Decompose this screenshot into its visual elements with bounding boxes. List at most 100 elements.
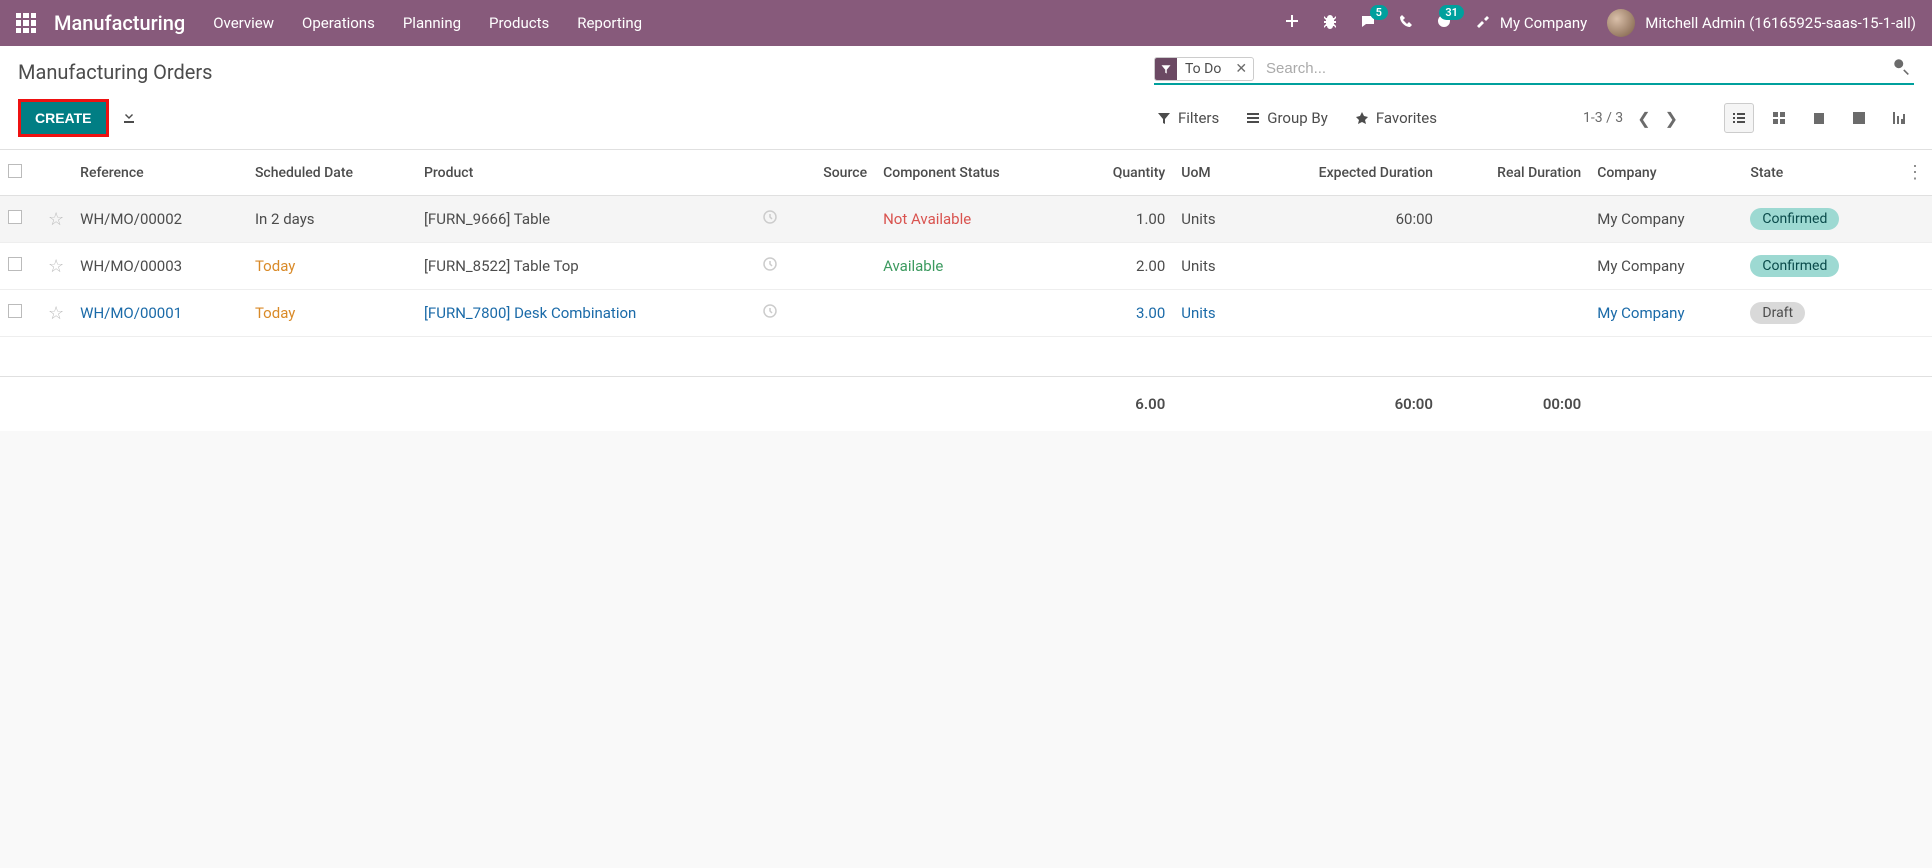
breadcrumb: Manufacturing Orders xyxy=(18,56,213,84)
component-status-cell: Not Available xyxy=(883,210,971,228)
star-icon[interactable]: ☆ xyxy=(48,303,64,324)
company-selector[interactable]: My Company xyxy=(1500,14,1587,32)
activities-badge: 31 xyxy=(1439,5,1464,20)
scheduled-cell: Today xyxy=(255,257,295,275)
view-list-icon[interactable] xyxy=(1724,103,1754,133)
activities-icon[interactable]: 31 xyxy=(1436,13,1452,33)
uom-cell: Units xyxy=(1181,210,1215,228)
nav-operations[interactable]: Operations xyxy=(302,14,375,32)
state-badge: Draft xyxy=(1750,302,1805,324)
scheduled-cell: Today xyxy=(255,304,295,322)
row-checkbox[interactable] xyxy=(8,210,22,224)
filter-chip-label: To Do xyxy=(1177,59,1229,79)
funnel-icon xyxy=(1155,58,1177,80)
remove-filter-icon[interactable]: ✕ xyxy=(1229,61,1253,77)
reference-cell: WH/MO/00003 xyxy=(80,257,182,275)
row-checkbox[interactable] xyxy=(8,257,22,271)
company-cell: My Company xyxy=(1597,257,1684,275)
col-state[interactable]: State xyxy=(1742,150,1898,196)
user-menu[interactable]: Mitchell Admin (16165925-saas-15-1-all) xyxy=(1607,9,1916,37)
pager-next-icon[interactable]: ❯ xyxy=(1665,109,1678,128)
row-checkbox[interactable] xyxy=(8,304,22,318)
user-name: Mitchell Admin (16165925-saas-15-1-all) xyxy=(1645,14,1916,32)
bug-icon[interactable] xyxy=(1322,13,1338,33)
quantity-cell: 1.00 xyxy=(1136,210,1165,228)
source-cell xyxy=(786,290,875,337)
col-uom[interactable]: UoM xyxy=(1173,150,1248,196)
view-calendar-icon[interactable] xyxy=(1804,103,1834,133)
control-panel: Manufacturing Orders To Do ✕ CREATE xyxy=(0,46,1932,150)
view-kanban-icon[interactable] xyxy=(1764,103,1794,133)
scheduled-cell: In 2 days xyxy=(255,210,315,228)
product-cell: [FURN_9666] Table xyxy=(424,210,550,228)
col-real[interactable]: Real Duration xyxy=(1441,150,1589,196)
real-cell xyxy=(1441,196,1589,243)
activity-icon[interactable] xyxy=(762,304,778,323)
view-pivot-icon[interactable] xyxy=(1844,103,1874,133)
real-cell xyxy=(1441,243,1589,290)
quantity-cell: 3.00 xyxy=(1136,304,1165,322)
state-badge: Confirmed xyxy=(1750,208,1839,230)
view-graph-icon[interactable] xyxy=(1884,103,1914,133)
table-row[interactable]: ☆ WH/MO/00003 Today [FURN_8522] Table Top Av… xyxy=(0,243,1932,290)
export-icon[interactable] xyxy=(121,108,137,128)
quantity-cell: 2.00 xyxy=(1136,257,1165,275)
messages-icon[interactable]: 5 xyxy=(1360,13,1376,33)
star-icon[interactable]: ☆ xyxy=(48,209,64,230)
search-input[interactable] xyxy=(1260,56,1892,81)
filters-label: Filters xyxy=(1178,109,1219,127)
app-name: Manufacturing xyxy=(54,11,185,35)
totals-row: 6.0060:0000:00 xyxy=(0,377,1932,432)
filters-button[interactable]: Filters xyxy=(1156,109,1219,127)
reference-cell: WH/MO/00002 xyxy=(80,210,182,228)
product-cell: [FURN_8522] Table Top xyxy=(424,257,579,275)
col-scheduled[interactable]: Scheduled Date xyxy=(247,150,416,196)
column-options-icon[interactable]: ⋮ xyxy=(1906,162,1924,183)
avatar xyxy=(1607,9,1635,37)
activity-icon[interactable] xyxy=(762,257,778,276)
pager-text: 1-3 / 3 xyxy=(1583,110,1623,126)
create-button[interactable]: CREATE xyxy=(18,99,109,137)
table: Reference Scheduled Date Product Source … xyxy=(0,150,1932,431)
plus-icon[interactable] xyxy=(1284,13,1300,33)
star-icon[interactable]: ☆ xyxy=(48,256,64,277)
groupby-button[interactable]: Group By xyxy=(1245,109,1328,127)
real-cell xyxy=(1441,290,1589,337)
source-cell xyxy=(786,243,875,290)
nav-overview[interactable]: Overview xyxy=(213,14,274,32)
reference-cell: WH/MO/00001 xyxy=(80,304,182,322)
col-product[interactable]: Product xyxy=(416,150,754,196)
total-expected: 60:00 xyxy=(1248,377,1441,432)
col-reference[interactable]: Reference xyxy=(72,150,247,196)
search-box: To Do ✕ xyxy=(1154,56,1914,85)
select-all-checkbox[interactable] xyxy=(8,164,22,178)
nav-products[interactable]: Products xyxy=(489,14,549,32)
col-source[interactable]: Source xyxy=(786,150,875,196)
nav-planning[interactable]: Planning xyxy=(403,14,461,32)
expected-cell xyxy=(1248,243,1441,290)
uom-cell: Units xyxy=(1181,304,1215,322)
table-row[interactable]: ☆ WH/MO/00002 In 2 days [FURN_9666] Table No… xyxy=(0,196,1932,243)
company-cell: My Company xyxy=(1597,304,1684,322)
col-component-status[interactable]: Component Status xyxy=(875,150,1072,196)
apps-launcher-icon[interactable] xyxy=(16,13,36,33)
source-cell xyxy=(786,196,875,243)
search-icon[interactable] xyxy=(1892,57,1914,80)
pager-prev-icon[interactable]: ❮ xyxy=(1637,109,1650,128)
nav-reporting[interactable]: Reporting xyxy=(577,14,642,32)
col-company[interactable]: Company xyxy=(1589,150,1742,196)
groupby-label: Group By xyxy=(1267,109,1328,127)
activity-icon[interactable] xyxy=(762,210,778,229)
favorites-label: Favorites xyxy=(1376,109,1437,127)
component-status-cell: Available xyxy=(883,257,943,275)
table-row[interactable]: ☆WH/MO/00001Today[FURN_7800] Desk Combin… xyxy=(0,290,1932,337)
uom-cell: Units xyxy=(1181,257,1215,275)
state-badge: Confirmed xyxy=(1750,255,1839,277)
col-expected[interactable]: Expected Duration xyxy=(1248,150,1441,196)
phone-icon[interactable] xyxy=(1398,13,1414,33)
col-quantity[interactable]: Quantity xyxy=(1072,150,1174,196)
tools-icon[interactable] xyxy=(1474,13,1490,33)
expected-cell xyxy=(1248,290,1441,337)
favorites-button[interactable]: Favorites xyxy=(1354,109,1437,127)
filter-chip: To Do ✕ xyxy=(1154,57,1254,81)
